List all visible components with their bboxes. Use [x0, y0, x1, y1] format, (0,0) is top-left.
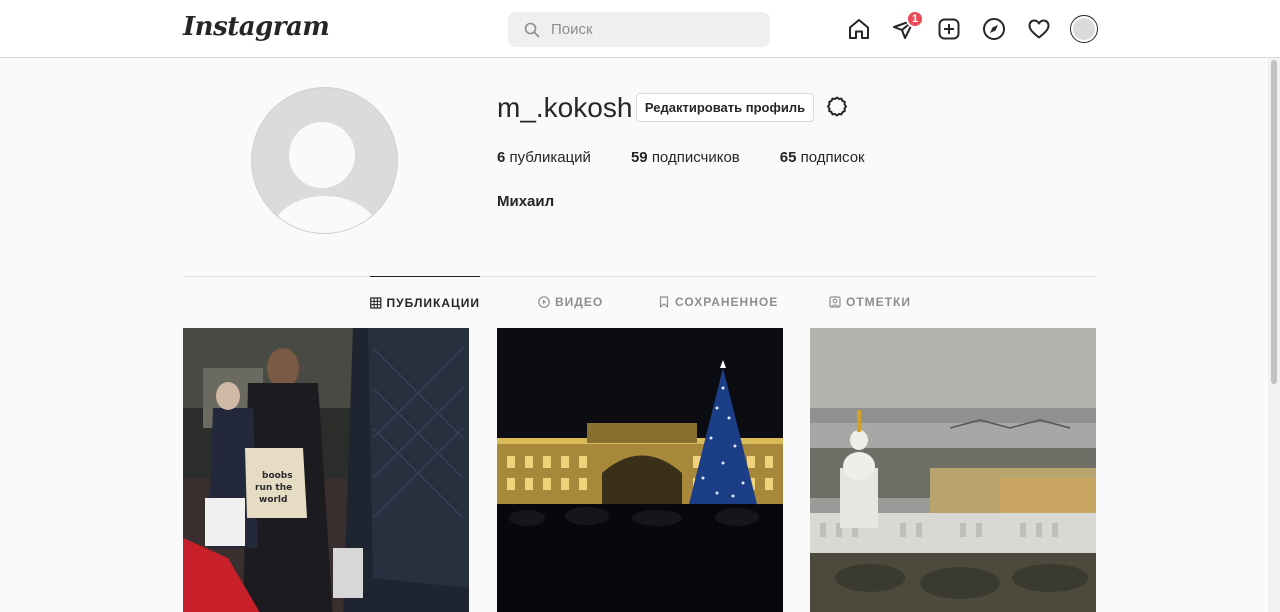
svg-text:world: world — [259, 495, 287, 505]
new-post-icon[interactable] — [935, 15, 963, 43]
search-input[interactable] — [551, 21, 751, 38]
play-icon — [538, 296, 550, 308]
profile-username: m_.kokosh — [497, 92, 633, 123]
direct-icon[interactable]: 1 — [890, 10, 924, 43]
svg-text:boobs: boobs — [262, 471, 293, 481]
post-thumbnail[interactable] — [497, 328, 783, 612]
avatar-image — [1073, 18, 1095, 40]
explore-icon[interactable] — [980, 15, 1008, 43]
search-icon — [524, 22, 540, 37]
post-image-cathedral — [810, 328, 1096, 612]
tagged-icon — [829, 296, 841, 308]
top-navigation-bar: Instagram 1 — [0, 0, 1280, 58]
profile-stats: 6 публикаций 59 подписчиков 65 подписок — [497, 149, 905, 166]
scrollbar-thumb[interactable] — [1271, 60, 1277, 384]
activity-icon[interactable] — [1025, 15, 1053, 43]
instagram-logo[interactable]: Instagram — [183, 12, 330, 42]
grid-icon — [370, 296, 382, 309]
following-link[interactable]: 65 подписок — [780, 149, 865, 166]
tab-tagged[interactable]: ОТМЕТКИ — [829, 276, 911, 328]
post-thumbnail[interactable]: boobs run the world — [183, 328, 469, 612]
home-icon[interactable] — [845, 15, 873, 43]
profile-picture[interactable] — [251, 87, 398, 234]
tabs-divider — [183, 276, 1096, 277]
search-box[interactable] — [508, 12, 770, 47]
edit-profile-button[interactable]: Редактировать профиль — [636, 93, 814, 122]
profile-full-name: Михаил — [497, 193, 555, 210]
tab-posts[interactable]: ПУБЛИКАЦИИ — [370, 276, 480, 328]
svg-text:run the: run the — [255, 483, 292, 493]
settings-gear-icon[interactable] — [825, 95, 849, 119]
followers-link[interactable]: 59 подписчиков — [631, 149, 740, 166]
page-scrollbar[interactable] — [1268, 58, 1280, 612]
post-image-palace-square — [497, 328, 783, 612]
avatar[interactable] — [1070, 15, 1098, 43]
bookmark-icon — [659, 296, 669, 308]
post-thumbnail[interactable] — [810, 328, 1096, 612]
tab-saved[interactable]: СОХРАНЕННОЕ — [658, 276, 778, 328]
post-image-subway: boobs run the world — [183, 328, 469, 612]
tab-video[interactable]: ВИДЕО — [538, 276, 603, 328]
notification-badge: 1 — [906, 10, 924, 28]
posts-count: 6 публикаций — [497, 149, 591, 166]
